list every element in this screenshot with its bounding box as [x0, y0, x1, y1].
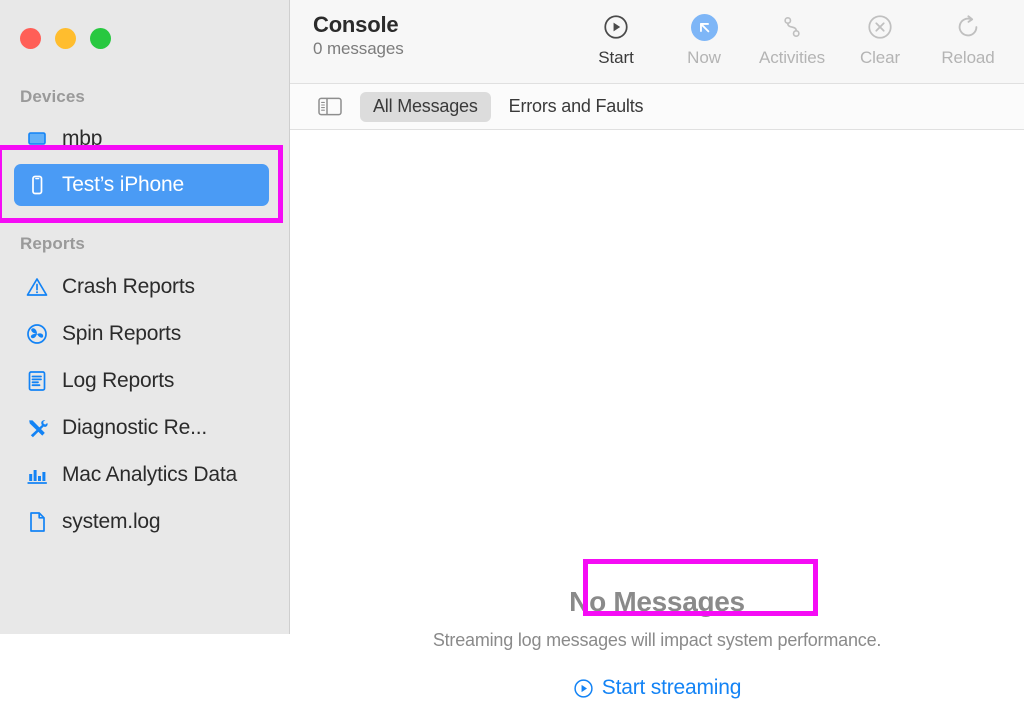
start-streaming-label: Start streaming: [601, 676, 742, 699]
sidebar-item-label: Diagnostic Re...: [62, 416, 208, 439]
message-count: 0 messages: [313, 39, 404, 58]
reload-button[interactable]: Reload: [924, 10, 1012, 68]
sidebar-item-label: system.log: [62, 510, 161, 533]
sidebar-item-label: Spin Reports: [62, 322, 181, 345]
sidebar-item-log-reports[interactable]: Log Reports: [14, 360, 269, 402]
arrow-up-left-icon: [690, 10, 718, 44]
sidebar-item-crash-reports[interactable]: Crash Reports: [14, 266, 269, 308]
clear-circle-x-icon: [866, 10, 894, 44]
reload-icon: [954, 10, 982, 44]
log-content-area: No Messages Streaming log messages will …: [290, 130, 1024, 699]
play-circle-icon: [573, 678, 594, 699]
page-title: Console: [313, 12, 399, 37]
start-button[interactable]: Start: [572, 10, 660, 68]
sidebar-item-label: Crash Reports: [62, 275, 195, 298]
window-traffic-lights: [20, 28, 111, 49]
toolbar-button-group: Start Now Activities Clear Reload: [572, 10, 1012, 68]
toolbar-button-label: Now: [687, 48, 721, 67]
now-button[interactable]: Now: [660, 10, 748, 68]
empty-state-title: No Messages: [569, 586, 745, 617]
empty-state-subtitle: Streaming log messages will impact syste…: [432, 630, 882, 650]
sidebar-item-label: Test’s iPhone: [62, 173, 184, 196]
toolbar: Console 0 messages Start Now Activities …: [290, 0, 1024, 84]
clear-button[interactable]: Clear: [836, 10, 924, 68]
message-filter-segmented-control: All Messages Errors and Faults: [360, 91, 657, 122]
document-lines-icon: [24, 368, 50, 394]
console-window: Devices mbp Test’s iPhone Reports Crash …: [0, 0, 1024, 699]
filter-bar: All Messages Errors and Faults: [290, 84, 1024, 130]
sidebar: Devices mbp Test’s iPhone Reports Crash …: [0, 0, 290, 634]
toolbar-button-label: Activities: [758, 48, 826, 67]
sidebar-item-label: Mac Analytics Data: [62, 463, 237, 486]
bar-chart-icon: [24, 462, 50, 488]
sidebar-toggle-icon[interactable]: [317, 97, 343, 117]
toolbar-button-label: Clear: [859, 48, 901, 67]
close-button[interactable]: [20, 28, 41, 49]
tab-errors-and-faults[interactable]: Errors and Faults: [496, 92, 657, 122]
file-icon: [24, 509, 50, 535]
sidebar-section-header-devices: Devices: [20, 87, 85, 106]
toolbar-button-label: Start: [598, 48, 634, 67]
mac-icon: [24, 126, 50, 152]
activities-icon: [778, 10, 806, 44]
now-active-indicator: [690, 13, 718, 41]
tools-icon: [24, 415, 50, 441]
iphone-icon: [24, 172, 50, 198]
warning-triangle-icon: [24, 274, 50, 300]
spinner-icon: [24, 321, 50, 347]
sidebar-item-label: mbp: [62, 127, 103, 150]
sidebar-item-label: Log Reports: [62, 369, 175, 392]
activities-button[interactable]: Activities: [748, 10, 836, 68]
tab-all-messages[interactable]: All Messages: [360, 91, 491, 122]
toolbar-button-label: Reload: [941, 48, 995, 67]
empty-state: No Messages Streaming log messages will …: [290, 585, 1024, 704]
sidebar-item-tests-iphone[interactable]: Test’s iPhone: [14, 164, 269, 206]
start-streaming-button[interactable]: Start streaming: [573, 676, 741, 700]
play-circle-icon: [602, 10, 630, 44]
main-pane: Console 0 messages Start Now Activities …: [290, 0, 1024, 699]
minimize-button[interactable]: [55, 28, 76, 49]
toolbar-title-block: Console 0 messages: [313, 11, 404, 60]
sidebar-item-mbp[interactable]: mbp: [14, 118, 269, 160]
sidebar-item-mac-analytics-data[interactable]: Mac Analytics Data: [14, 454, 269, 496]
sidebar-item-diagnostic-reports[interactable]: Diagnostic Re...: [14, 407, 269, 449]
zoom-button[interactable]: [90, 28, 111, 49]
sidebar-item-system-log[interactable]: system.log: [14, 501, 269, 543]
sidebar-item-spin-reports[interactable]: Spin Reports: [14, 313, 269, 355]
sidebar-section-header-reports: Reports: [20, 234, 85, 253]
